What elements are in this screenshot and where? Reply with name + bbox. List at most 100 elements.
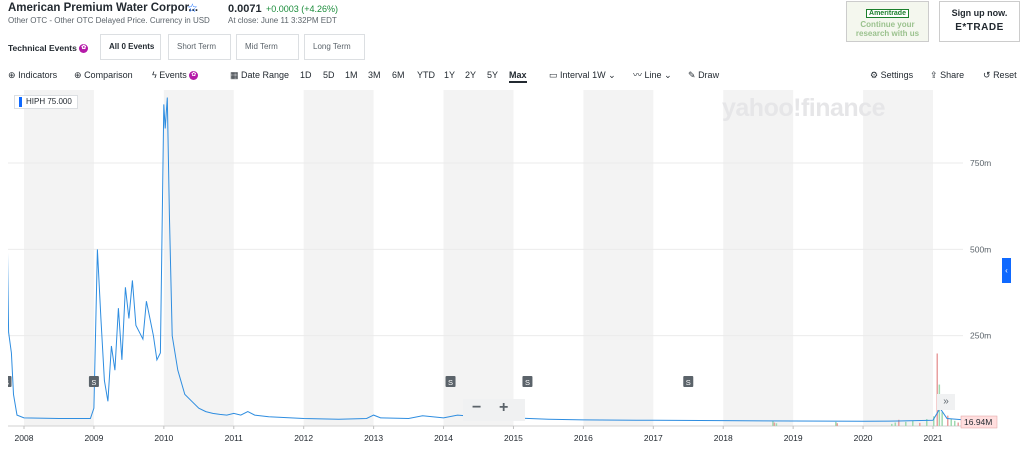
volume-bar bbox=[772, 420, 774, 426]
share-button[interactable]: ⇪ Share bbox=[930, 69, 964, 81]
current-price: 0.0071 bbox=[228, 3, 262, 15]
volume-bar bbox=[905, 421, 907, 426]
last-volume-label: 16.94M bbox=[964, 417, 992, 427]
draw-button[interactable]: ✎ Draw bbox=[688, 69, 719, 81]
period-5y[interactable]: 5Y bbox=[487, 69, 498, 81]
volume-bar bbox=[773, 422, 776, 426]
reset-button[interactable]: ↺ Reset bbox=[983, 69, 1017, 81]
zoom-controls[interactable]: − + bbox=[463, 399, 525, 421]
period-5d[interactable]: 5D bbox=[323, 69, 335, 81]
series-legend: HIPH 75.000 bbox=[14, 95, 78, 109]
x-tick-label: 2012 bbox=[294, 433, 313, 443]
side-panel-toggle[interactable]: ‹ bbox=[1002, 258, 1011, 283]
volume-bar bbox=[946, 415, 949, 426]
zoom-in-icon[interactable]: + bbox=[499, 399, 508, 417]
exchange-info: Other OTC - Other OTC Delayed Price. Cur… bbox=[8, 16, 210, 25]
events-button[interactable]: ϟ Events ✿ bbox=[152, 69, 199, 81]
technical-events-label: Technical Events ✿ bbox=[8, 43, 89, 54]
interval-dropdown[interactable]: ▭ Interval 1W ⌄ bbox=[549, 69, 616, 81]
year-band bbox=[443, 90, 514, 426]
year-band bbox=[583, 90, 654, 426]
volume-bar bbox=[953, 420, 956, 426]
all-events-button[interactable]: All 0 Events bbox=[100, 34, 161, 60]
period-1m[interactable]: 1M bbox=[345, 69, 358, 81]
split-marker-label: S bbox=[91, 378, 96, 387]
price-change: +0.0003 (+4.26%) bbox=[266, 4, 339, 14]
year-band bbox=[24, 90, 94, 426]
period-2y[interactable]: 2Y bbox=[465, 69, 476, 81]
x-tick-label: 2019 bbox=[784, 433, 803, 443]
y-tick-label: 500m bbox=[970, 244, 991, 254]
x-tick-label: 2015 bbox=[504, 433, 523, 443]
events-badge-icon: ✿ bbox=[79, 44, 89, 54]
period-max[interactable]: Max bbox=[509, 69, 527, 83]
long-term-button[interactable]: Long Term bbox=[304, 34, 365, 60]
zoom-out-icon[interactable]: − bbox=[472, 399, 481, 417]
period-ytd[interactable]: YTD bbox=[417, 69, 435, 81]
calendar-icon: ▦ bbox=[230, 70, 239, 80]
volume-bar bbox=[836, 423, 839, 426]
date-range-button[interactable]: ▦ Date Range bbox=[230, 69, 289, 81]
scroll-to-end-icon[interactable]: » bbox=[937, 394, 955, 410]
watchlist-star-icon[interactable]: ☆ bbox=[187, 1, 198, 15]
line-type-dropdown[interactable]: 〰 Line ⌄ bbox=[633, 69, 672, 81]
volume-bar bbox=[941, 412, 943, 426]
td-ameritrade-ad[interactable]: Ameritrade Continue your research with u… bbox=[846, 1, 929, 42]
x-tick-label: 2017 bbox=[644, 433, 663, 443]
chevron-down-icon: ⌄ bbox=[608, 70, 616, 80]
share-icon: ⇪ bbox=[930, 70, 938, 80]
etrade-ad[interactable]: Sign up now. E*TRADE bbox=[939, 1, 1020, 42]
td-ameritrade-logo: Ameritrade bbox=[866, 9, 909, 18]
volume-bar bbox=[775, 423, 778, 426]
pencil-icon: ✎ bbox=[688, 70, 696, 80]
lightning-icon: ϟ bbox=[152, 70, 157, 80]
chevron-left-icon: ‹ bbox=[1005, 266, 1008, 275]
year-band bbox=[303, 90, 374, 426]
etrade-ad-line-1: Sign up now. bbox=[951, 8, 1008, 18]
plus-circle-icon: ⊕ bbox=[8, 70, 16, 80]
volume-bar bbox=[891, 423, 893, 426]
x-tick-label: 2014 bbox=[434, 433, 453, 443]
gear-icon: ⚙ bbox=[870, 70, 879, 80]
split-marker-label: S bbox=[525, 378, 530, 387]
comparison-button[interactable]: ⊕ Comparison bbox=[74, 69, 133, 81]
period-1d[interactable]: 1D bbox=[300, 69, 312, 81]
volume-bar bbox=[957, 422, 959, 426]
mid-term-button[interactable]: Mid Term bbox=[236, 34, 299, 60]
x-tick-label: 2018 bbox=[714, 433, 733, 443]
period-1y[interactable]: 1Y bbox=[444, 69, 455, 81]
settings-button[interactable]: ⚙ Settings bbox=[870, 69, 913, 81]
y-tick-label: 250m bbox=[970, 331, 991, 341]
events-badge-icon: ✿ bbox=[189, 71, 199, 81]
split-marker-label: S bbox=[686, 378, 691, 387]
yahoo-finance-watermark: yahoo!finance bbox=[722, 94, 885, 122]
indicators-button[interactable]: ⊕ Indicators bbox=[8, 69, 57, 81]
volume-bar bbox=[835, 421, 837, 426]
volume-bar bbox=[919, 422, 921, 426]
short-term-button[interactable]: Short Term bbox=[168, 34, 231, 60]
company-name: American Premium Water Corpor... bbox=[8, 2, 199, 14]
x-tick-label: 2021 bbox=[924, 433, 943, 443]
x-tick-label: 2013 bbox=[364, 433, 383, 443]
year-band bbox=[863, 90, 933, 426]
period-6m[interactable]: 6M bbox=[392, 69, 405, 81]
interval-icon: ▭ bbox=[549, 70, 558, 80]
volume-bar bbox=[936, 353, 938, 426]
line-chart-icon: 〰 bbox=[633, 70, 643, 80]
x-tick-label: 2010 bbox=[154, 433, 173, 443]
year-band bbox=[163, 90, 234, 426]
price-chart[interactable]: 750m 500m 250m 2008 2009 2010 2011 2012 2013 2014… bbox=[8, 90, 1016, 450]
close-time: At close: June 11 3:32PM EDT bbox=[228, 16, 337, 25]
x-tick-label: 2008 bbox=[15, 433, 34, 443]
series-color-swatch bbox=[19, 96, 22, 107]
volume-bar bbox=[950, 419, 952, 426]
volume-bar bbox=[894, 422, 897, 426]
td-ad-line-1: Continue your bbox=[860, 20, 915, 29]
reset-icon: ↺ bbox=[983, 70, 991, 80]
year-band bbox=[723, 90, 794, 426]
volume-bar bbox=[912, 420, 914, 426]
x-tick-label: 2016 bbox=[574, 433, 593, 443]
period-3m[interactable]: 3M bbox=[368, 69, 381, 81]
split-marker-label: S bbox=[8, 378, 9, 387]
td-ad-line-2: research with us bbox=[855, 29, 920, 38]
